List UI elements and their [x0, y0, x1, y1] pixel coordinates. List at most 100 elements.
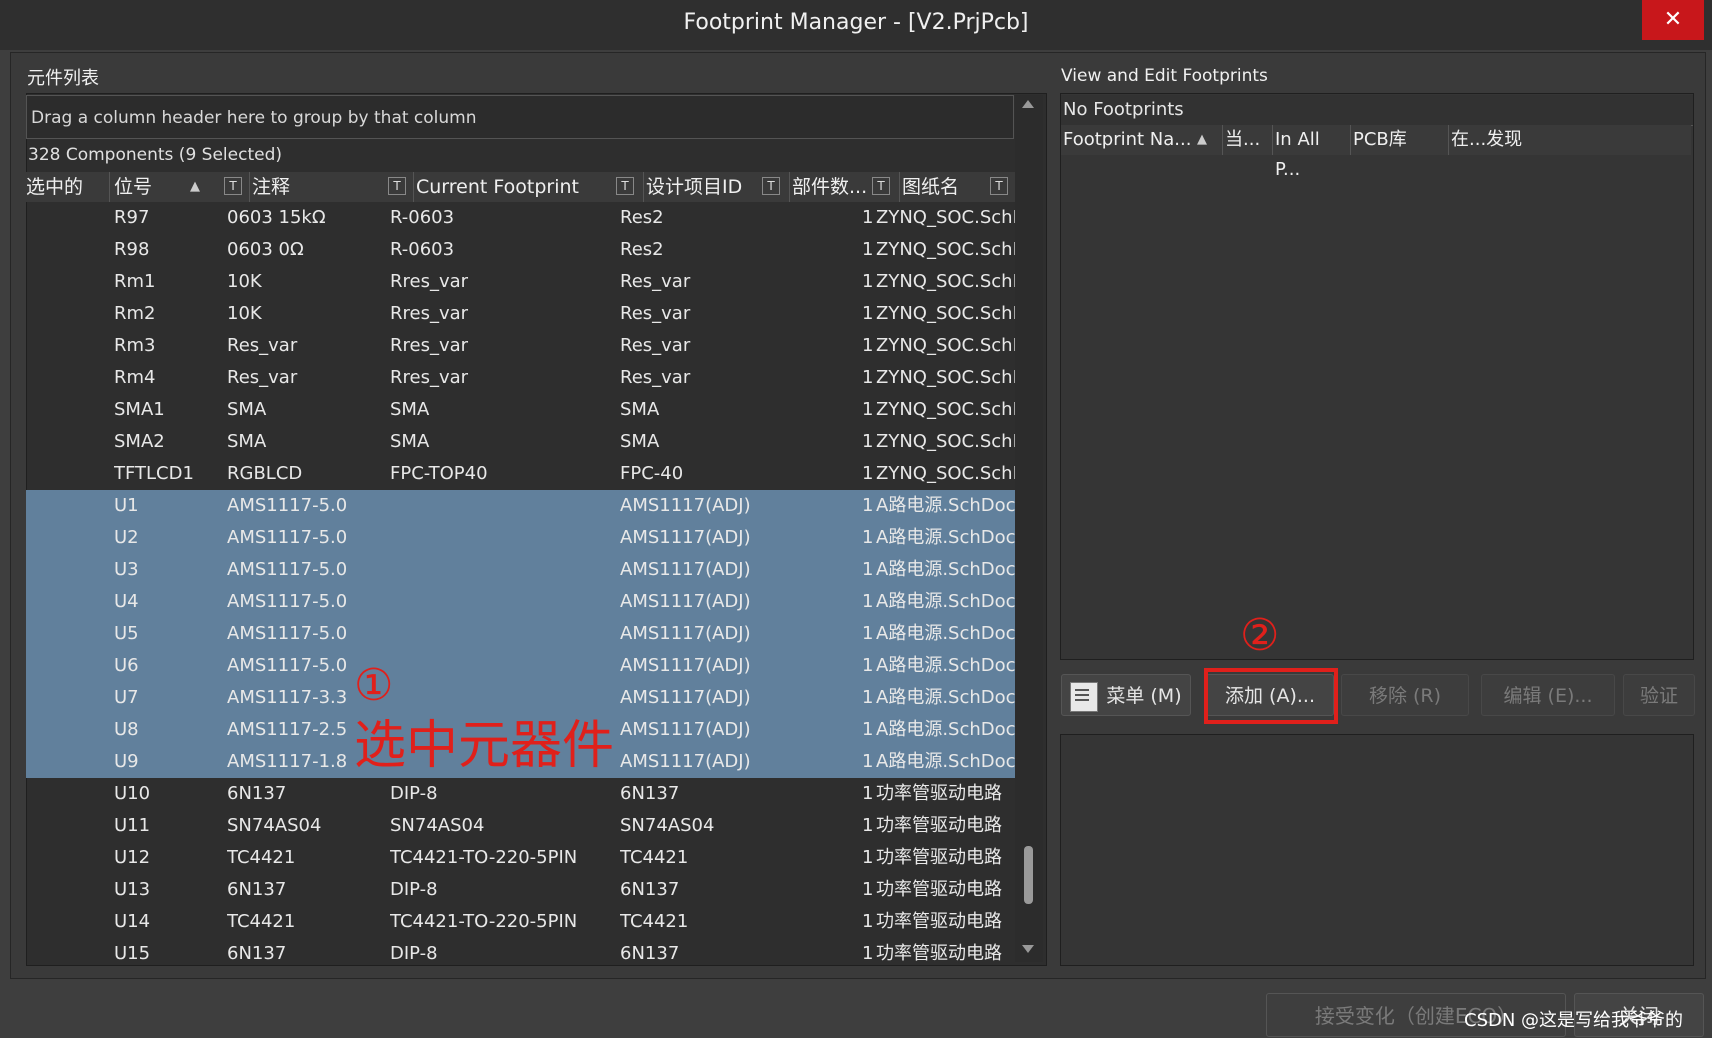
table-row[interactable]: R98 0603 0Ω R-0603 Res2 1 ZYNQ_SOC.SchD [26, 234, 1015, 266]
cell-des: U13 [114, 879, 151, 900]
table-row[interactable]: SMA1 SMA SMA SMA 1 ZYNQ_SOC.SchD [26, 394, 1015, 426]
col-header-footprint-name[interactable]: Footprint Na... ▲ [1061, 125, 1223, 155]
table-row[interactable]: U4 AMS1117-5.0 AMS1117(ADJ) 1 A路电源.SchDoc [26, 586, 1015, 618]
table-row[interactable]: TFTLCD1 RGBLCD FPC-TOP40 FPC-40 1 ZYNQ_SOC.Sc… [26, 458, 1015, 490]
cell-parts: 1 [862, 527, 874, 548]
table-row[interactable]: Rm2 10K Rres_var Res_var 1 ZYNQ_SOC.SchD [26, 298, 1015, 330]
table-row[interactable]: U13 6N137 DIP-8 6N137 1 功率管驱动电路 [26, 874, 1015, 906]
cell-fp: Rres_var [390, 271, 469, 292]
window-close-button[interactable]: ✕ [1642, 0, 1704, 40]
cell-parts: 1 [862, 751, 874, 772]
cell-des: SMA1 [114, 399, 165, 420]
filter-icon[interactable]: T [872, 177, 890, 195]
cell-comment: 6N137 [227, 879, 287, 900]
cell-fp: DIP-8 [390, 783, 438, 804]
col-header-design-item-id[interactable]: 设计项目ID T [644, 172, 790, 202]
annotation-highlight-box [1204, 668, 1338, 724]
cell-des: U8 [114, 719, 139, 740]
cell-comment: AMS1117-5.0 [227, 559, 348, 580]
cell-comment: AMS1117-5.0 [227, 591, 348, 612]
filter-icon[interactable]: T [224, 177, 242, 195]
cell-parts: 1 [862, 431, 874, 452]
group-by-drop-zone[interactable]: Drag a column header here to group by th… [26, 95, 1014, 139]
component-list-heading: 元件列表 [27, 68, 99, 89]
edit-button[interactable]: 编辑 (E)... [1481, 674, 1615, 716]
menu-icon [1070, 682, 1098, 712]
scroll-up-icon[interactable] [1022, 100, 1034, 108]
table-row[interactable]: U11 SN74AS04 SN74AS04 SN74AS04 1 功率管驱动电路 [26, 810, 1015, 842]
table-row[interactable]: U12 TC4421 TC4421-TO-220-5PIN TC4421 1 功率管驱动电… [26, 842, 1015, 874]
table-row[interactable]: R97 0603 15kΩ R-0603 Res2 1 ZYNQ_SOC.SchD [26, 202, 1015, 234]
cell-comment: SMA [227, 431, 267, 452]
filter-icon[interactable]: T [616, 177, 634, 195]
cell-des: U1 [114, 495, 139, 516]
table-row[interactable]: SMA2 SMA SMA SMA 1 ZYNQ_SOC.SchD [26, 426, 1015, 458]
scroll-down-icon[interactable] [1022, 945, 1034, 953]
cell-des: U4 [114, 591, 139, 612]
view-edit-footprints-heading: View and Edit Footprints [1061, 66, 1268, 86]
cell-id: Res_var [620, 271, 691, 292]
table-row[interactable]: U2 AMS1117-5.0 AMS1117(ADJ) 1 A路电源.SchDoc [26, 522, 1015, 554]
table-row[interactable]: U6 AMS1117-5.0 AMS1117(ADJ) 1 A路电源.SchDoc [26, 650, 1015, 682]
table-row[interactable]: U10 6N137 DIP-8 6N137 1 功率管驱动电路 [26, 778, 1015, 810]
col-header-label: Footprint Na... [1063, 129, 1192, 150]
cell-parts: 1 [862, 911, 874, 932]
filter-icon[interactable]: T [388, 177, 406, 195]
col-header-designator[interactable]: 位号 ▲ T [110, 172, 250, 202]
scroll-thumb[interactable] [1024, 846, 1033, 904]
filter-icon[interactable]: T [762, 177, 780, 195]
cell-parts: 1 [862, 687, 874, 708]
table-row[interactable]: Rm1 10K Rres_var Res_var 1 ZYNQ_SOC.SchD [26, 266, 1015, 298]
cell-sheet: 功率管驱动电路 [876, 815, 1002, 836]
col-header-label: 设计项目ID [646, 176, 743, 198]
cell-des: TFTLCD1 [114, 463, 194, 484]
table-row[interactable]: U15 6N137 DIP-8 6N137 1 功率管驱动电路 [26, 938, 1015, 962]
menu-button[interactable]: 菜单 (M) [1061, 674, 1191, 716]
col-header-in-all-parts[interactable]: In All P... [1273, 125, 1351, 180]
footprint-table-header: Footprint Na... ▲ 当... In All P... PCB库 … [1061, 125, 1691, 180]
cell-des: U5 [114, 623, 139, 644]
col-header-current[interactable]: 当... [1223, 125, 1273, 155]
table-row[interactable]: U3 AMS1117-5.0 AMS1117(ADJ) 1 A路电源.SchDoc [26, 554, 1015, 586]
cell-fp: Rres_var [390, 367, 469, 388]
annotation-step-2-number: ② [1240, 610, 1280, 661]
cell-parts: 1 [862, 495, 874, 516]
cell-parts: 1 [862, 943, 874, 962]
table-row[interactable]: U1 AMS1117-5.0 AMS1117(ADJ) 1 A路电源.SchDoc [26, 490, 1015, 522]
table-row[interactable]: Rm3 Res_var Rres_var Res_var 1 ZYNQ_SOC.SchD [26, 330, 1015, 362]
cell-des: Rm4 [114, 367, 156, 388]
cell-comment: Res_var [227, 335, 298, 356]
cell-fp: Rres_var [390, 335, 469, 356]
cell-parts: 1 [862, 655, 874, 676]
component-list-scrollbar[interactable] [1015, 95, 1043, 962]
cell-sheet: ZYNQ_SOC.SchD [876, 335, 1015, 356]
filter-icon[interactable]: T [990, 177, 1008, 195]
col-header-part-count[interactable]: 部件数... T [790, 172, 900, 202]
col-header-found-in[interactable]: 在...发现 [1449, 125, 1691, 155]
cell-parts: 1 [862, 847, 874, 868]
cell-fp: SMA [390, 431, 430, 452]
table-row[interactable]: U14 TC4421 TC4421-TO-220-5PIN TC4421 1 功率管驱动电… [26, 906, 1015, 938]
col-header-selected[interactable]: 选中的 [26, 172, 110, 202]
col-header-current-footprint[interactable]: Current Footprint T [414, 172, 644, 202]
table-row[interactable]: Rm4 Res_var Rres_var Res_var 1 ZYNQ_SOC.SchD [26, 362, 1015, 394]
col-header-pcb-library[interactable]: PCB库 [1351, 125, 1449, 155]
cell-des: R98 [114, 239, 150, 260]
col-header-label: 图纸名 [902, 176, 960, 198]
cell-parts: 1 [862, 463, 874, 484]
cell-fp: R-0603 [390, 207, 455, 228]
cell-sheet: ZYNQ_SOC.SchD [876, 271, 1015, 292]
cell-parts: 1 [862, 879, 874, 900]
table-row[interactable]: U5 AMS1117-5.0 AMS1117(ADJ) 1 A路电源.SchDoc [26, 618, 1015, 650]
col-header-comment[interactable]: 注释 T [250, 172, 414, 202]
cell-fp: SMA [390, 399, 430, 420]
cell-sheet: A路电源.SchDoc [876, 591, 1015, 612]
cell-sheet: A路电源.SchDoc [876, 655, 1015, 676]
validate-button[interactable]: 验证 [1623, 674, 1695, 716]
cell-fp: R-0603 [390, 239, 455, 260]
col-header-sheet-name[interactable]: 图纸名 T [900, 172, 1015, 202]
component-table-body: R97 0603 15kΩ R-0603 Res2 1 ZYNQ_SOC.SchD R98 0… [26, 202, 1015, 962]
remove-button[interactable]: 移除 (R) [1341, 674, 1469, 716]
col-header-label: 部件数... [792, 176, 868, 198]
cell-sheet: A路电源.SchDoc [876, 623, 1015, 644]
